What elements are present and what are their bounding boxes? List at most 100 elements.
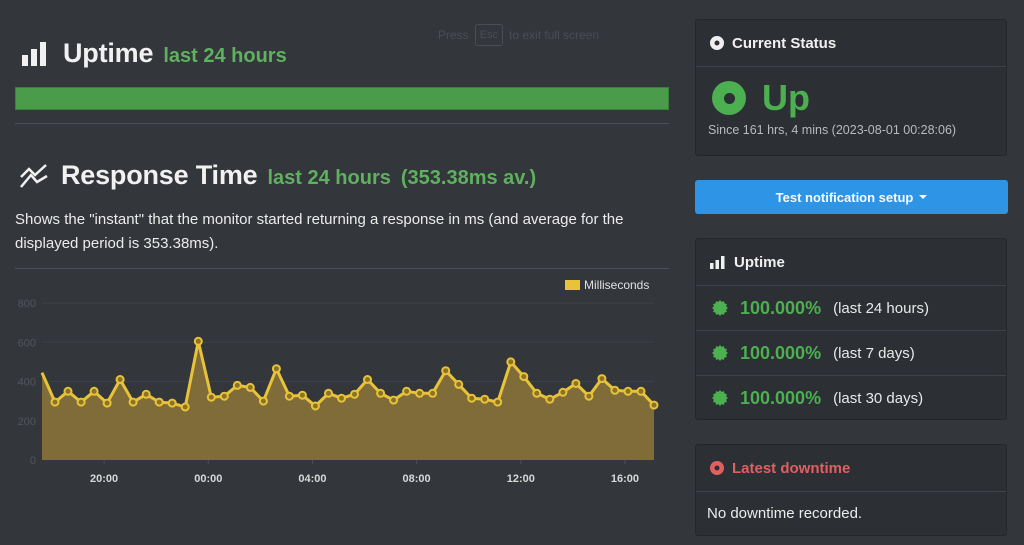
divider bbox=[15, 268, 669, 269]
uptime-progress-bar bbox=[15, 87, 669, 110]
data-point bbox=[506, 357, 516, 367]
data-point bbox=[636, 386, 646, 396]
status-since: Since 161 hrs, 4 mins (2023-08-01 00:28:… bbox=[708, 123, 957, 137]
data-point bbox=[141, 389, 151, 399]
uptime-period: (last 7 days) bbox=[833, 344, 915, 362]
x-tick-label: 16:00 bbox=[611, 473, 639, 485]
y-tick-label: 800 bbox=[18, 298, 36, 310]
data-point bbox=[337, 393, 346, 403]
uptime-period: last 24 hours bbox=[163, 45, 287, 67]
uptime-period: (last 30 days) bbox=[833, 389, 924, 407]
data-point bbox=[258, 396, 268, 406]
data-point bbox=[167, 398, 177, 408]
data-point bbox=[324, 388, 333, 398]
status-up-icon bbox=[712, 81, 746, 115]
data-point bbox=[310, 401, 320, 411]
uptime-percent: 100.000% bbox=[740, 297, 822, 318]
data-point bbox=[428, 388, 438, 398]
current-status-title: Current Status bbox=[732, 34, 837, 52]
data-point bbox=[363, 375, 372, 384]
data-point bbox=[558, 387, 568, 397]
divider bbox=[15, 123, 669, 124]
x-tick-label: 04:00 bbox=[298, 473, 326, 485]
data-point bbox=[154, 397, 164, 407]
current-status-panel: Current Status Up Since 161 hrs, 4 mins … bbox=[695, 19, 1007, 156]
x-tick-label: 08:00 bbox=[403, 473, 431, 485]
dot-circle-icon bbox=[710, 461, 724, 475]
certificate-icon bbox=[712, 345, 728, 361]
data-point bbox=[610, 385, 620, 395]
uptime-panel-header: Uptime bbox=[696, 239, 1006, 286]
status-text: Up bbox=[762, 77, 810, 118]
data-point bbox=[441, 366, 451, 376]
status-indicator: Up bbox=[712, 77, 1006, 119]
uptime-row: 100.000% (last 7 days) bbox=[696, 331, 1006, 376]
data-point bbox=[297, 390, 307, 400]
data-point bbox=[623, 386, 633, 396]
data-point bbox=[50, 397, 60, 407]
x-tick-label: 12:00 bbox=[507, 473, 535, 485]
data-point bbox=[480, 394, 490, 404]
bar-chart-icon bbox=[710, 255, 726, 269]
dot-circle-icon bbox=[710, 36, 724, 50]
response-time-chart: 0 200 400 600 800 20:00 00:00 04:00 08:00 12:00 16… bbox=[15, 272, 675, 492]
uptime-panel-title: Uptime bbox=[734, 253, 785, 271]
data-point bbox=[350, 389, 359, 399]
response-time-description: Shows the "instant" that the monitor sta… bbox=[15, 211, 624, 252]
fullscreen-hint-suffix: to exit full screen bbox=[509, 28, 600, 42]
data-point bbox=[219, 391, 229, 401]
fullscreen-hint: Press Esc to exit full screen bbox=[438, 24, 599, 46]
data-point bbox=[493, 397, 503, 407]
current-status-header: Current Status bbox=[696, 20, 1006, 67]
latest-downtime-header: Latest downtime bbox=[696, 445, 1006, 492]
data-point bbox=[180, 402, 190, 412]
esc-key-badge: Esc bbox=[474, 24, 504, 46]
uptime-row: 100.000% (last 24 hours) bbox=[696, 286, 1006, 331]
data-point bbox=[415, 388, 425, 398]
certificate-icon bbox=[712, 300, 728, 316]
data-point bbox=[519, 372, 529, 382]
fullscreen-hint-prefix: Press bbox=[438, 28, 469, 42]
response-time-period: last 24 hours bbox=[267, 167, 391, 189]
data-point bbox=[115, 375, 125, 384]
data-point bbox=[284, 391, 294, 401]
x-tick-label: 20:00 bbox=[90, 473, 118, 485]
certificate-icon bbox=[712, 390, 728, 406]
data-point bbox=[206, 392, 216, 402]
data-point bbox=[532, 388, 542, 398]
data-point bbox=[271, 364, 281, 374]
y-tick-label: 600 bbox=[18, 337, 36, 349]
data-point bbox=[128, 397, 138, 407]
data-point bbox=[402, 386, 412, 396]
data-point bbox=[389, 395, 399, 405]
caret-down-icon bbox=[919, 195, 928, 199]
uptime-row: 100.000% (last 30 days) bbox=[696, 376, 1006, 420]
y-tick-label: 200 bbox=[18, 416, 36, 428]
response-time-title: Response Time bbox=[61, 160, 258, 190]
data-point bbox=[597, 374, 607, 384]
response-time-average: (353.38ms av.) bbox=[400, 167, 537, 189]
data-point bbox=[649, 400, 659, 410]
uptime-panel: Uptime 100.000% (last 24 hours) 100.000% (l… bbox=[695, 238, 1007, 420]
data-point bbox=[89, 386, 99, 396]
test-notification-button[interactable]: Test notification setup bbox=[695, 180, 1008, 214]
uptime-percent: 100.000% bbox=[740, 387, 822, 408]
latest-downtime-title: Latest downtime bbox=[732, 459, 851, 477]
data-point bbox=[584, 391, 594, 401]
uptime-period: (last 24 hours) bbox=[833, 299, 929, 317]
uptime-heading: Uptime last 24 hours bbox=[21, 38, 287, 69]
legend-label: Milliseconds bbox=[584, 278, 649, 292]
uptime-percent: 100.000% bbox=[740, 342, 822, 363]
data-point bbox=[232, 380, 242, 390]
data-point bbox=[102, 398, 112, 408]
data-point bbox=[376, 388, 386, 398]
data-point bbox=[193, 336, 203, 346]
data-point bbox=[245, 382, 255, 392]
latest-downtime-panel: Latest downtime No downtime recorded. bbox=[695, 444, 1007, 536]
data-point bbox=[454, 379, 464, 389]
uptime-title: Uptime bbox=[63, 38, 154, 68]
bar-chart-icon bbox=[22, 41, 46, 66]
legend-swatch bbox=[565, 280, 580, 290]
data-point bbox=[467, 393, 477, 403]
data-point bbox=[545, 394, 555, 404]
